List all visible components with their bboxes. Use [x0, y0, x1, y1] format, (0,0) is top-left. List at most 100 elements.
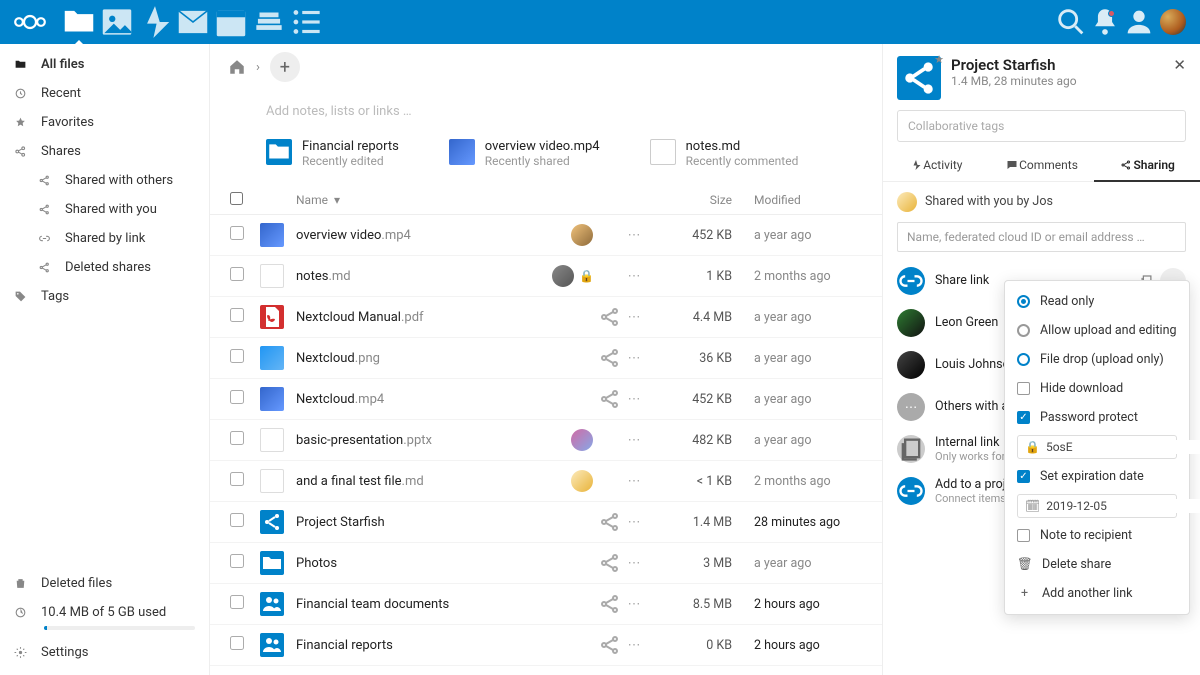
- row-checkbox[interactable]: [230, 267, 244, 281]
- row-checkbox[interactable]: [230, 226, 244, 240]
- file-row[interactable]: Financial reports ⋯ 0 KB 2 hours ago: [210, 625, 882, 666]
- row-checkbox[interactable]: [230, 595, 244, 609]
- sidebar-shared-you[interactable]: Shared with you: [0, 195, 209, 224]
- sort-icon[interactable]: ▾: [334, 193, 340, 207]
- select-all-checkbox[interactable]: [230, 192, 243, 205]
- row-checkbox[interactable]: [230, 349, 244, 363]
- row-checkbox[interactable]: [230, 554, 244, 568]
- more-icon[interactable]: ⋯: [622, 556, 646, 571]
- file-row[interactable]: Nextcloud.mp4 ⋯ 452 KB a year ago: [210, 379, 882, 420]
- nav-calendar-icon[interactable]: [212, 0, 250, 44]
- more-icon[interactable]: ⋯: [622, 597, 646, 612]
- user-menu[interactable]: [1156, 0, 1190, 44]
- sidebar-settings[interactable]: Settings: [0, 638, 209, 667]
- col-size[interactable]: Size: [646, 193, 732, 207]
- share-icon[interactable]: [598, 551, 622, 575]
- tab-comments[interactable]: Comments: [989, 152, 1095, 181]
- file-name[interactable]: Photos: [286, 556, 566, 571]
- tab-sharing[interactable]: Sharing: [1094, 152, 1200, 181]
- sidebar-favorites[interactable]: Favorites: [0, 108, 209, 137]
- sidebar-tags[interactable]: Tags: [0, 282, 209, 311]
- share-search-input[interactable]: Name, federated cloud ID or email addres…: [897, 222, 1186, 252]
- more-icon[interactable]: ⋯: [622, 351, 646, 366]
- notes-placeholder[interactable]: Add notes, lists or links …: [210, 90, 882, 139]
- password-input[interactable]: 🔒→: [1017, 435, 1177, 459]
- file-row[interactable]: Nextcloud.png ⋯ 36 KB a year ago: [210, 338, 882, 379]
- sidebar-recent[interactable]: Recent: [0, 79, 209, 108]
- file-name[interactable]: overview video.mp4: [286, 228, 566, 243]
- file-row[interactable]: notes.md 🔒 ⋯ 1 KB 2 months ago: [210, 256, 882, 297]
- row-checkbox[interactable]: [230, 636, 244, 650]
- share-icon[interactable]: [598, 592, 622, 616]
- sidebar-deleted-files[interactable]: Deleted files: [0, 569, 209, 598]
- more-icon[interactable]: ⋯: [622, 269, 646, 284]
- more-icon[interactable]: ⋯: [622, 392, 646, 407]
- search-icon[interactable]: [1054, 0, 1088, 44]
- nav-mail-icon[interactable]: [174, 0, 212, 44]
- nav-activity-icon[interactable]: [136, 0, 174, 44]
- file-row[interactable]: overview video.mp4 ⋯ 452 KB a year ago: [210, 215, 882, 256]
- collaborative-tags-input[interactable]: Collaborative tags: [897, 110, 1186, 142]
- logo[interactable]: [10, 7, 50, 37]
- opt-hide-download[interactable]: Hide download: [1005, 374, 1189, 403]
- file-name[interactable]: notes.md: [286, 269, 547, 284]
- more-icon[interactable]: ⋯: [622, 474, 646, 489]
- share-icon[interactable]: [598, 305, 622, 329]
- file-row[interactable]: Project Starfish ⋯ 1.4 MB 28 minutes ago: [210, 502, 882, 543]
- row-checkbox[interactable]: [230, 308, 244, 322]
- file-row[interactable]: Photos ⋯ 3 MB a year ago: [210, 543, 882, 584]
- sidebar-deleted-shares[interactable]: Deleted shares: [0, 253, 209, 282]
- rec-item[interactable]: overview video.mp4Recently shared: [449, 139, 600, 168]
- more-icon[interactable]: ⋯: [622, 228, 646, 243]
- star-icon[interactable]: ★: [934, 53, 944, 66]
- nav-files-icon[interactable]: [60, 0, 98, 44]
- add-button[interactable]: +: [270, 52, 300, 82]
- file-name[interactable]: and a final test file.md: [286, 474, 566, 489]
- file-name[interactable]: Nextcloud Manual.pdf: [286, 310, 566, 325]
- row-checkbox[interactable]: [230, 431, 244, 445]
- close-icon[interactable]: ✕: [1173, 56, 1186, 74]
- file-row[interactable]: basic-presentation.pptx ⋯ 482 KB a year …: [210, 420, 882, 461]
- notifications-icon[interactable]: [1088, 0, 1122, 44]
- col-name[interactable]: Name: [296, 193, 328, 207]
- more-icon[interactable]: ⋯: [622, 515, 646, 530]
- share-icon[interactable]: [598, 346, 622, 370]
- sidebar-shares[interactable]: Shares: [0, 137, 209, 166]
- file-name[interactable]: Financial team documents: [286, 597, 566, 612]
- opt-expiration[interactable]: ✓Set expiration date: [1005, 462, 1189, 491]
- file-name[interactable]: Project Starfish: [286, 515, 566, 530]
- nav-deck-icon[interactable]: [250, 0, 288, 44]
- file-row[interactable]: Financial team documents ⋯ 8.5 MB 2 hour…: [210, 584, 882, 625]
- home-icon[interactable]: [228, 58, 246, 76]
- opt-upload-edit[interactable]: Allow upload and editing: [1005, 316, 1189, 345]
- file-name[interactable]: Nextcloud.mp4: [286, 392, 566, 407]
- more-icon[interactable]: ⋯: [622, 638, 646, 653]
- opt-add-link[interactable]: +Add another link: [1005, 579, 1189, 608]
- opt-password-protect[interactable]: ✓Password protect: [1005, 403, 1189, 432]
- file-row[interactable]: Nextcloud Manual.pdf ⋯ 4.4 MB a year ago: [210, 297, 882, 338]
- rec-item[interactable]: notes.mdRecently commented: [650, 139, 799, 168]
- expiration-input[interactable]: 🗓🗓: [1017, 494, 1177, 518]
- share-icon[interactable]: [598, 633, 622, 657]
- col-modified[interactable]: Modified: [732, 193, 862, 207]
- opt-note[interactable]: Note to recipient: [1005, 521, 1189, 550]
- nav-photos-icon[interactable]: [98, 0, 136, 44]
- share-icon[interactable]: [598, 387, 622, 411]
- file-row[interactable]: and a final test file.md ⋯ < 1 KB 2 mont…: [210, 461, 882, 502]
- file-name[interactable]: Nextcloud.png: [286, 351, 566, 366]
- row-checkbox[interactable]: [230, 513, 244, 527]
- contacts-icon[interactable]: [1122, 0, 1156, 44]
- more-icon[interactable]: ⋯: [622, 433, 646, 448]
- row-checkbox[interactable]: [230, 390, 244, 404]
- sidebar-shared-others[interactable]: Shared with others: [0, 166, 209, 195]
- opt-delete-share[interactable]: 🗑Delete share: [1005, 550, 1189, 579]
- more-icon[interactable]: ⋯: [622, 310, 646, 325]
- tab-activity[interactable]: Activity: [883, 152, 989, 181]
- row-checkbox[interactable]: [230, 472, 244, 486]
- sidebar-allfiles[interactable]: All files: [0, 50, 209, 79]
- file-name[interactable]: Financial reports: [286, 638, 566, 653]
- rec-item[interactable]: Financial reportsRecently edited: [266, 139, 399, 168]
- opt-file-drop[interactable]: File drop (upload only): [1005, 345, 1189, 374]
- opt-read-only[interactable]: Read only: [1005, 287, 1189, 316]
- share-icon[interactable]: [598, 510, 622, 534]
